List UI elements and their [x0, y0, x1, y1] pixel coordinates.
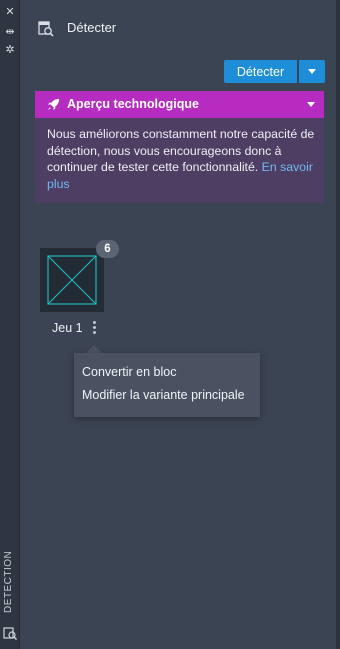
- chevron-down-icon: [308, 69, 316, 74]
- panel-header: Détecter: [20, 0, 336, 52]
- detect-button[interactable]: Détecter: [224, 60, 297, 83]
- tech-preview-header[interactable]: Aperçu technologique: [35, 91, 324, 118]
- settings-icon[interactable]: ✲: [4, 44, 16, 56]
- panel-right-border: [336, 0, 340, 649]
- palette-vertical-label: DETECTION: [3, 550, 14, 613]
- detect-window-icon: [38, 21, 54, 37]
- close-icon[interactable]: ✕: [4, 6, 16, 18]
- count-badge: 6: [96, 240, 119, 258]
- detection-result-thumbnail[interactable]: [40, 248, 104, 312]
- result-set-label: Jeu 1: [52, 321, 83, 335]
- tech-preview-banner: Aperçu technologique Nous améliorons con…: [35, 91, 324, 203]
- tech-preview-text: Nous améliorons constamment notre capaci…: [47, 126, 319, 192]
- detect-palette-icon[interactable]: [3, 626, 17, 640]
- menu-pointer: [86, 345, 102, 353]
- detect-dropdown-button[interactable]: [299, 60, 325, 83]
- detect-button-group: Détecter: [224, 60, 325, 83]
- menu-item-edit-primary-variant[interactable]: Modifier la variante principale: [74, 387, 260, 410]
- page-title: Détecter: [67, 20, 117, 35]
- side-strip: ✕ ⇹ ✲ DETECTION: [0, 0, 20, 649]
- context-menu: Convertir en bloc Modifier la variante p…: [74, 353, 260, 417]
- thumbnail-placeholder-icon: [47, 255, 97, 305]
- more-options-icon[interactable]: [90, 321, 98, 337]
- pin-icon[interactable]: ⇹: [4, 26, 16, 38]
- menu-item-convert-to-block[interactable]: Convertir en bloc: [74, 364, 260, 387]
- rocket-icon: [47, 98, 60, 111]
- chevron-down-icon[interactable]: [307, 102, 315, 107]
- tech-preview-title: Aperçu technologique: [67, 97, 199, 111]
